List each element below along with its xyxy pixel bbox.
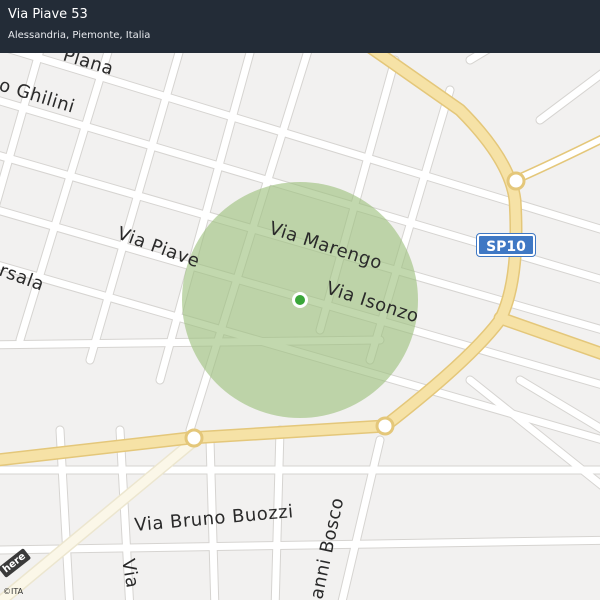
map-attribution: ©ITA bbox=[3, 587, 24, 596]
address-subtitle: Alessandria, Piemonte, Italia bbox=[8, 30, 151, 41]
map-canvas[interactable]: Plana o Ghilini Via Piave Via Marengo Vi… bbox=[0, 0, 600, 600]
road-shield-sp10: SP10 bbox=[476, 233, 536, 257]
location-marker[interactable] bbox=[292, 292, 308, 308]
address-header: Via Piave 53 Alessandria, Piemonte, Ital… bbox=[0, 0, 600, 53]
address-title: Via Piave 53 bbox=[8, 7, 88, 22]
